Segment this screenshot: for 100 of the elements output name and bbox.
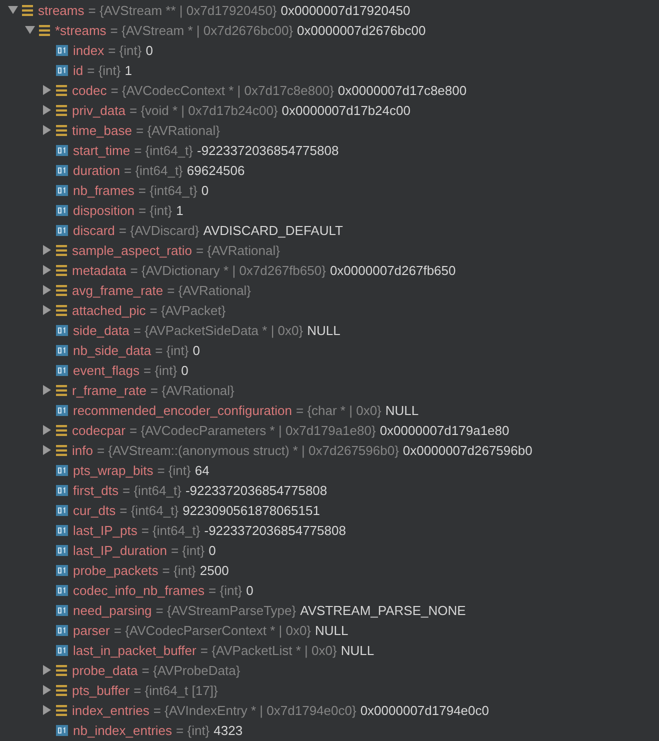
variable-type: = {int64_t [17]}: [134, 682, 218, 698]
variable-name: codecpar: [72, 422, 126, 438]
variable-type: = {AVPacketSideData * | 0x0}: [133, 322, 304, 338]
variable-value: NULL: [307, 322, 340, 338]
variable-type: = {int64_t}: [124, 162, 183, 178]
variable-type: = {void * | 0x7d17b24c00}: [129, 102, 278, 118]
variable-name: probe_data: [72, 662, 138, 678]
expand-arrow-icon[interactable]: [42, 445, 52, 455]
variable-type: = {int}: [208, 582, 242, 598]
variable-value: 0: [208, 542, 216, 558]
variable-value: 0x0000007d17920450: [280, 2, 410, 18]
variable-type: = {AVPacketList * | 0x0}: [200, 642, 337, 658]
expand-arrow-icon[interactable]: [42, 665, 52, 675]
variable-value: 4323: [214, 722, 243, 738]
variable-value: 69624506: [186, 162, 245, 178]
variable-type: = {int}: [155, 342, 189, 358]
variable-type: = {int64_t}: [141, 522, 200, 538]
variable-name: *streams: [55, 22, 106, 38]
variable-value: -9223372036854775808: [204, 522, 346, 538]
variable-value: -9223372036854775808: [197, 142, 339, 158]
variable-type: = {AVDictionary * | 0x7d267fb650}: [130, 262, 326, 278]
variable-value: 1: [124, 62, 132, 78]
variable-name: pts_buffer: [72, 682, 130, 698]
variable-name: index: [73, 42, 104, 58]
variable-type: = {AVRational}: [196, 242, 280, 258]
variable-type: = {AVCodecContext * | 0x7d17c8e800}: [110, 82, 334, 98]
variable-type: = {int64_t}: [122, 482, 182, 498]
variable-name: start_time: [73, 142, 130, 158]
variable-name: last_in_packet_buffer: [73, 642, 196, 658]
variable-value: 64: [194, 462, 210, 478]
variable-name: disposition: [73, 202, 134, 218]
variable-value: 0x0000007d267fb650: [330, 262, 456, 278]
expand-arrow-icon[interactable]: [42, 105, 52, 115]
expand-arrow-icon[interactable]: [42, 705, 52, 715]
expand-arrow-icon[interactable]: [42, 385, 52, 395]
variable-name: metadata: [72, 262, 126, 278]
variable-value: 9223090561878065151: [182, 502, 320, 518]
variable-value: NULL: [385, 402, 419, 418]
variable-type: = {AVRational}: [150, 382, 234, 398]
variable-value: 2500: [200, 562, 229, 578]
variable-type: = {int}: [157, 462, 191, 478]
expand-arrow-icon[interactable]: [42, 85, 52, 95]
variable-name: streams: [38, 2, 84, 18]
variable-type: = {AVStream::(anonymous struct) * | 0x7d267596b0}: [96, 442, 399, 458]
variable-value: 0x0000007d17b24c00: [282, 102, 410, 118]
variable-name: attached_pic: [72, 302, 146, 318]
variable-type: = {int}: [87, 62, 121, 78]
expand-arrow-icon[interactable]: [42, 285, 52, 295]
variable-type: = {int64_t}: [120, 502, 179, 518]
variable-name: pts_wrap_bits: [73, 462, 154, 478]
variable-value: NULL: [315, 622, 348, 638]
variable-name: need_parsing: [73, 602, 152, 618]
variable-value: 1: [176, 202, 184, 218]
variable-type: = {int64_t}: [138, 182, 198, 198]
variable-name: avg_frame_rate: [72, 282, 164, 298]
variable-name: probe_packets: [73, 562, 158, 578]
variable-type: = {AVCodecParserContext * | 0x0}: [114, 622, 312, 638]
variable-type: = {AVStream ** | 0x7d17920450}: [88, 2, 277, 18]
variable-name: nb_index_entries: [73, 722, 172, 738]
variable-name: info: [72, 442, 93, 458]
variable-name: cur_dts: [73, 502, 116, 518]
variable-name: event_flags: [73, 362, 140, 378]
variable-type: = {AVRational}: [167, 282, 252, 298]
variable-value: -9223372036854775808: [185, 482, 328, 498]
expand-arrow-icon[interactable]: [42, 245, 52, 255]
variable-value: 0x0000007d2676bc00: [297, 22, 426, 38]
collapse-arrow-icon[interactable]: [8, 5, 18, 15]
variable-type: = {AVStreamParseType}: [156, 602, 296, 618]
variable-type: = {AVStream * | 0x7d2676bc00}: [110, 22, 294, 38]
variable-name: r_frame_rate: [72, 382, 146, 398]
expand-arrow-icon[interactable]: [42, 125, 52, 135]
expand-arrow-icon[interactable]: [42, 685, 52, 695]
variable-value: AVDISCARD_DEFAULT: [203, 222, 343, 238]
variable-name: last_IP_pts: [73, 522, 138, 538]
variable-name: id: [73, 62, 84, 78]
variable-type: = {int64_t}: [134, 142, 193, 158]
variable-name: side_data: [73, 322, 130, 338]
variable-type: = {int}: [162, 562, 196, 578]
variable-type: = {char * | 0x0}: [296, 402, 382, 418]
variable-name: index_entries: [72, 702, 150, 718]
variable-value: 0: [181, 362, 188, 378]
expand-arrow-icon[interactable]: [42, 265, 52, 275]
variable-type: = {int}: [144, 362, 178, 378]
variable-name: sample_aspect_ratio: [72, 242, 192, 258]
variable-type: = {int}: [176, 722, 210, 738]
variable-name: recommended_encoder_configuration: [73, 402, 292, 418]
variable-type: = {AVCodecParameters * | 0x7d179a1e80}: [129, 422, 376, 438]
variable-name: discard: [73, 222, 115, 238]
variable-type: = {AVDiscard}: [118, 222, 200, 238]
variable-name: codec_info_nb_frames: [73, 582, 205, 598]
expand-arrow-icon[interactable]: [42, 425, 52, 435]
collapse-arrow-icon[interactable]: [25, 25, 35, 35]
variable-name: last_IP_duration: [73, 542, 167, 558]
variable-type: = {AVIndexEntry * | 0x7d1794e0c0}: [153, 702, 356, 718]
variable-type: = {int}: [108, 42, 142, 58]
variable-name: codec: [72, 82, 107, 98]
variable-value: 0x0000007d17c8e800: [338, 82, 467, 98]
expand-arrow-icon[interactable]: [42, 305, 52, 315]
variable-value: 0: [201, 182, 209, 198]
variable-type: = {AVProbeData}: [142, 662, 240, 678]
